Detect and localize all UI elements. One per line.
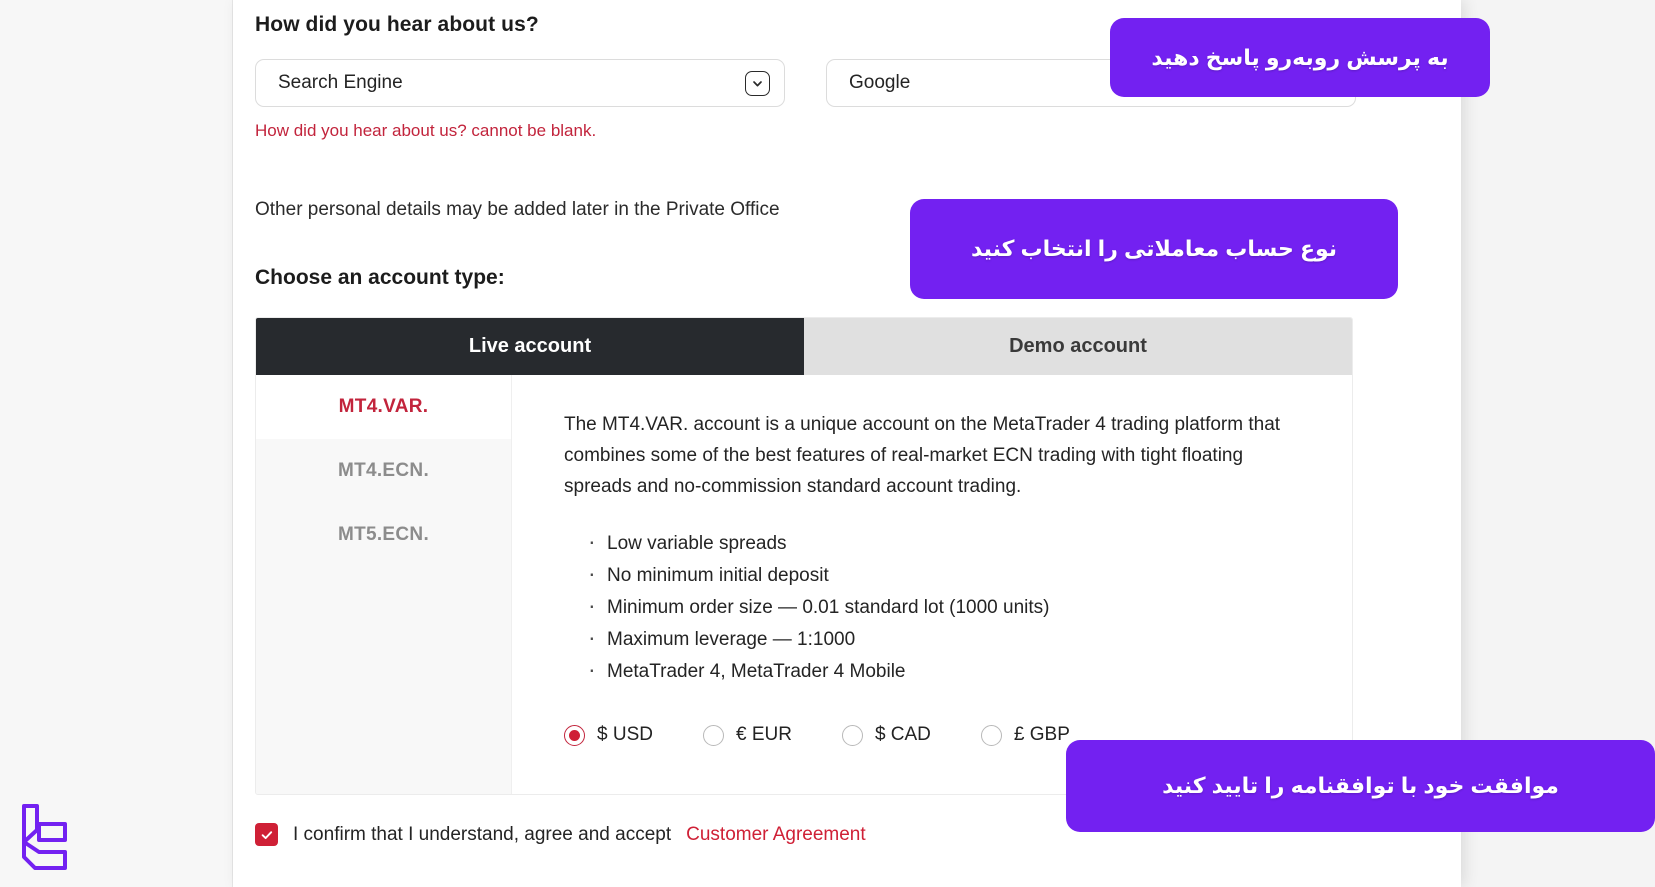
radio-usd-icon[interactable]: [564, 724, 585, 746]
currency-option-label: € EUR: [735, 724, 792, 745]
hear-about-us-select-value: Search Engine: [278, 72, 403, 93]
customer-agreement-link[interactable]: Customer Agreement: [686, 824, 866, 846]
account-type-item-mt4-ecn[interactable]: MT4.ECN.: [256, 439, 511, 503]
tab-live-account-label: Live account: [468, 335, 592, 357]
account-type-list: MT4.VAR. MT4.ECN. MT5.ECN.: [256, 375, 512, 794]
hear-about-us-select[interactable]: Search Engine: [255, 59, 785, 107]
currency-option-cad[interactable]: $ CAD: [841, 724, 931, 746]
radio-gbp-icon[interactable]: [980, 724, 1002, 746]
radio-cad-icon[interactable]: [841, 724, 863, 746]
confirm-agreement-text: I confirm that I understand, agree and a…: [293, 823, 672, 845]
list-item: Maximum leverage — 1:1000: [564, 621, 1322, 656]
list-item: No minimum initial deposit: [564, 557, 1322, 592]
account-type-item-label: MT5.ECN.: [337, 524, 430, 545]
hear-about-us-detail-value: Google: [849, 72, 911, 93]
list-item: Minimum order size — 0.01 standard lot (…: [564, 589, 1322, 624]
tooltip-confirm-agreement[interactable]: موافقت خود با توافقنامه را تایید کنید: [1066, 740, 1655, 832]
left-sidebar: [0, 0, 233, 887]
account-type-item-mt4-var[interactable]: MT4.VAR.: [256, 375, 511, 439]
lc-monogram-logo-icon[interactable]: [20, 800, 70, 874]
tab-live-account[interactable]: Live account: [256, 318, 804, 375]
account-type-item-mt5-ecn[interactable]: MT5.ECN.: [256, 503, 511, 567]
registration-form: How did you hear about us? Search Engine…: [255, 0, 1445, 846]
app-screen: How did you hear about us? Search Engine…: [0, 0, 1655, 887]
account-mode-tabs: Live account Demo account: [256, 318, 1352, 375]
tooltip-choose-account-type[interactable]: نوع حساب معاملاتی را انتخاب کنید: [910, 199, 1398, 299]
account-type-item-label: MT4.ECN.: [337, 460, 430, 481]
account-type-detail: The MT4.VAR. account is a unique account…: [512, 375, 1352, 794]
account-feature-list: Low variable spreads No minimum initial …: [564, 525, 1322, 688]
account-type-item-label: MT4.VAR.: [338, 396, 429, 417]
tab-demo-account[interactable]: Demo account: [804, 318, 1352, 375]
tab-demo-account-label: Demo account: [1009, 335, 1147, 357]
chevron-down-icon[interactable]: [745, 70, 770, 96]
currency-option-gbp[interactable]: £ GBP: [980, 724, 1070, 746]
checkbox-checked-icon[interactable]: [255, 823, 278, 846]
currency-option-usd[interactable]: $ USD: [564, 724, 653, 746]
currency-option-label: £ GBP: [1013, 724, 1070, 745]
tooltip-answer-question[interactable]: به پرسش روبه‌رو پاسخ دهید: [1110, 18, 1490, 97]
list-item: MetaTrader 4, MetaTrader 4 Mobile: [564, 653, 1322, 688]
account-type-body: MT4.VAR. MT4.ECN. MT5.ECN. The MT4.VAR. …: [256, 375, 1352, 794]
currency-option-eur[interactable]: € EUR: [702, 724, 792, 746]
radio-eur-icon[interactable]: [702, 724, 724, 746]
hear-about-us-error: How did you hear about us? cannot be bla…: [255, 121, 597, 140]
account-description: The MT4.VAR. account is a unique account…: [564, 414, 1281, 497]
currency-option-label: $ CAD: [874, 724, 931, 745]
currency-option-label: $ USD: [597, 724, 653, 745]
list-item: Low variable spreads: [564, 525, 1322, 560]
account-type-card: Live account Demo account MT4.VAR. MT4.E…: [255, 317, 1353, 795]
